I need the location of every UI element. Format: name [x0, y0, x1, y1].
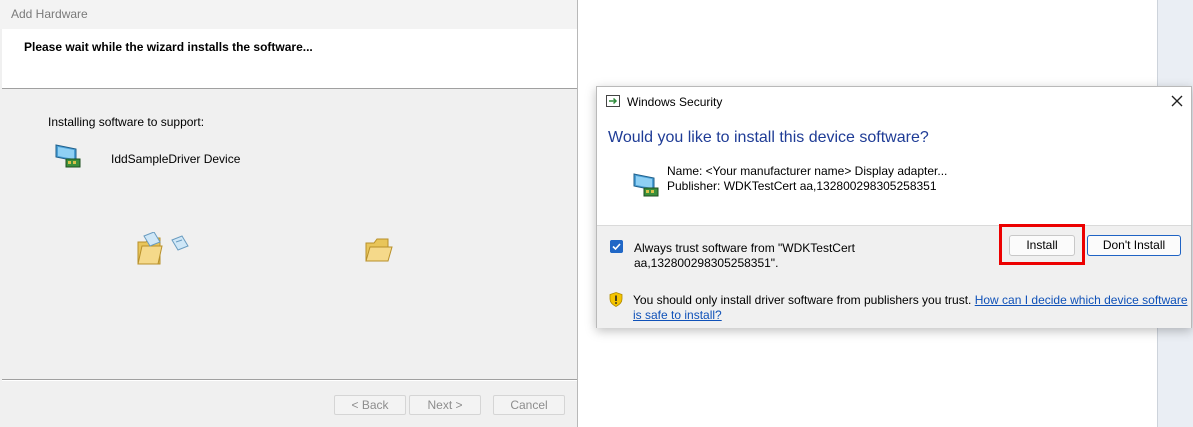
dont-install-button[interactable]: Don't Install [1087, 235, 1181, 256]
wizard-headline: Please wait while the wizard installs th… [24, 40, 313, 54]
back-button[interactable]: < Back [334, 395, 406, 415]
warning-text: You should only install driver software … [633, 293, 1188, 323]
security-title: Windows Security [627, 95, 723, 109]
add-hardware-wizard: Add Hardware Please wait while the wizar… [0, 0, 578, 427]
wizard-body: Installing software to support: IddSampl… [2, 89, 577, 379]
wizard-header: Please wait while the wizard installs th… [2, 29, 577, 89]
warning-shield-icon [609, 292, 623, 307]
close-icon[interactable] [1169, 93, 1185, 109]
warning-message: You should only install driver software … [633, 293, 975, 307]
next-button[interactable]: Next > [409, 395, 481, 415]
folder-icon [365, 238, 393, 262]
install-question: Would you like to install this device so… [608, 129, 929, 146]
device-name-line: Name: <Your manufacturer name> Display a… [667, 164, 948, 178]
always-trust-label[interactable]: Always trust software from "WDKTestCert … [634, 241, 864, 271]
installing-label: Installing software to support: [48, 115, 205, 129]
security-app-icon [606, 95, 620, 107]
cancel-button[interactable]: Cancel [493, 395, 565, 415]
display-adapter-icon [633, 173, 659, 197]
device-publisher-line: Publisher: WDKTestCert aa,13280029830525… [667, 179, 937, 193]
wizard-title: Add Hardware [0, 0, 577, 29]
install-button[interactable]: Install [1009, 235, 1075, 256]
security-actions-area: Always trust software from "WDKTestCert … [597, 224, 1191, 328]
security-titlebar: Windows Security [597, 87, 1191, 117]
windows-security-dialog: Windows Security Would you like to insta… [596, 86, 1192, 328]
folder-with-document-icon [137, 232, 189, 265]
device-name: IddSampleDriver Device [111, 152, 241, 166]
display-adapter-icon [55, 144, 81, 168]
always-trust-checkbox[interactable] [610, 240, 623, 253]
wizard-divider [2, 379, 577, 381]
